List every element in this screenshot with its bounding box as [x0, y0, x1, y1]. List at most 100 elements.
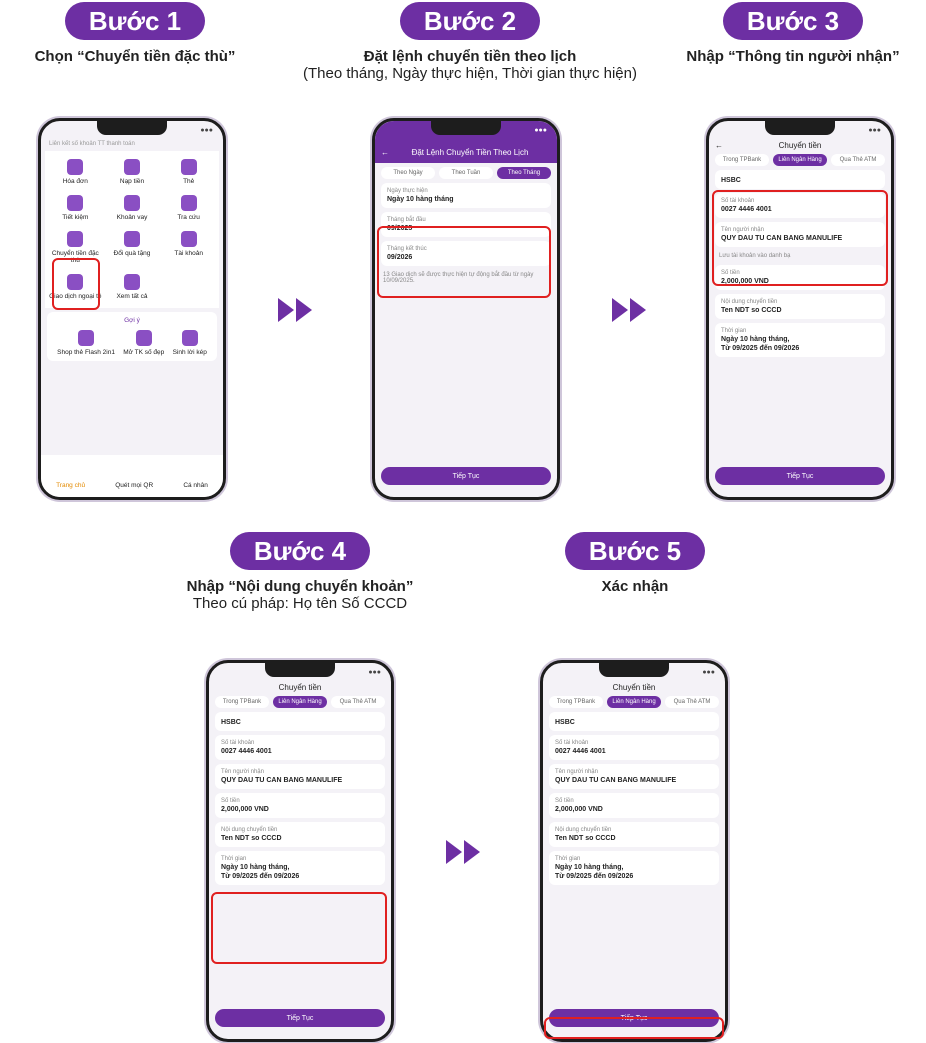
schedule-header: ← Đặt Lệnh Chuyển Tiền Theo Lịch — [375, 141, 557, 163]
schedule-tabs: Theo Ngày Theo Tuần Theo Tháng — [381, 167, 551, 179]
tab-week[interactable]: Theo Tuần — [439, 167, 493, 179]
tab-atm[interactable]: Qua Thẻ ATM — [665, 696, 719, 708]
time-field[interactable]: Thời gian Ngày 10 hàng tháng, Từ 09/2025 đ… — [715, 323, 885, 357]
card-icon — [180, 159, 197, 175]
step-subtitle: (Theo tháng, Ngày thực hiện, Thời gian t… — [303, 65, 637, 82]
tab-atm[interactable]: Qua Thẻ ATM — [831, 154, 885, 166]
grid-item-card[interactable]: Thẻ — [162, 159, 215, 185]
phone-confirm: ●●● Chuyển tiền Trong TPBank Liên Ngân H… — [540, 660, 728, 1042]
content-field[interactable]: Nội dung chuyển tiền Ten NDT so CCCD — [715, 294, 885, 319]
step-title: Xác nhận — [601, 578, 669, 595]
tab-month[interactable]: Theo Tháng — [497, 167, 551, 179]
step-badge: Bước 2 — [399, 2, 541, 40]
highlight-month-range — [377, 226, 551, 298]
suggest-item[interactable]: Mở TK số đẹp — [123, 330, 164, 356]
tab-interbank[interactable]: Liên Ngân Hàng — [273, 696, 327, 708]
piggy-icon — [67, 195, 84, 211]
transfer-tabs: Trong TPBank Liên Ngân Hàng Qua Thẻ ATM — [215, 696, 385, 708]
phone-notch — [265, 663, 335, 677]
transfer-icon — [67, 231, 84, 247]
content-field[interactable]: Nội dung chuyển tiền Ten NDT so CCCD — [549, 822, 719, 847]
tutorial-page: Bước 1 Chọn “Chuyển tiền đặc thù” Bước 2… — [0, 0, 926, 1043]
grid-item-loan[interactable]: Khoản vay — [106, 195, 159, 221]
continue-button[interactable]: Tiếp Tục — [381, 467, 551, 485]
bill-icon — [67, 159, 84, 175]
grid-item-bill[interactable]: Hóa đơn — [49, 159, 102, 185]
shop-icon — [78, 330, 95, 346]
bank-select[interactable]: HSBC — [215, 712, 385, 731]
chart-icon — [181, 330, 198, 346]
recipient-field[interactable]: Tên người nhận QUY DAU TU CAN BANG MANULI… — [215, 764, 385, 789]
grid-item-lookup[interactable]: Tra cứu — [162, 195, 215, 221]
step-badge: Bước 5 — [564, 532, 706, 570]
amount-field[interactable]: Số tiền 2,000,000 VND — [549, 793, 719, 818]
phone-schedule: ●●● ← Đặt Lệnh Chuyển Tiền Theo Lịch The… — [372, 118, 560, 500]
highlight-recipient — [712, 190, 888, 286]
tab-interbank[interactable]: Liên Ngân Hàng — [773, 154, 827, 166]
grid-item-topup[interactable]: Nạp tiền — [106, 159, 159, 185]
tab-interbank[interactable]: Liên Ngân Hàng — [607, 696, 661, 708]
step-title: Đặt lệnh chuyển tiền theo lịch — [363, 48, 577, 65]
bank-icon — [123, 274, 140, 290]
tab-day[interactable]: Theo Ngày — [381, 167, 435, 179]
bank-select[interactable]: HSBC — [715, 170, 885, 189]
bank-select[interactable]: HSBC — [549, 712, 719, 731]
account-field[interactable]: Số tài khoản 0027 4446 4001 — [215, 735, 385, 760]
continue-button[interactable]: Tiếp Tục — [215, 1009, 385, 1027]
account-number-icon — [135, 330, 152, 346]
transfer-title: Chuyển tiền — [278, 683, 322, 692]
phone-notch — [599, 663, 669, 677]
transfer-title: Chuyển tiền — [612, 683, 656, 692]
day-field[interactable]: Ngày thực hiện Ngày 10 hàng tháng — [381, 183, 551, 208]
recipient-field[interactable]: Tên người nhận QUY DAU TU CAN BANG MANULI… — [549, 764, 719, 789]
grid-item-gift[interactable]: Đổi quà tặng — [106, 231, 159, 264]
highlight-special-transfer — [52, 258, 100, 310]
tab-internal[interactable]: Trong TPBank — [215, 696, 269, 708]
phone-content: ●●● Chuyển tiền Trong TPBank Liên Ngân H… — [206, 660, 394, 1042]
step-title: Nhập “Nội dung chuyển khoản” — [186, 578, 414, 595]
tab-internal[interactable]: Trong TPBank — [549, 696, 603, 708]
grid-item-account[interactable]: Tài khoản — [162, 231, 215, 264]
bottom-nav: Trang chủ Quét mọi QR Cá nhân — [41, 455, 223, 497]
back-arrow-icon[interactable]: ← — [381, 148, 389, 157]
suggest-item[interactable]: Sinh lời kép — [173, 330, 207, 356]
content-field[interactable]: Nội dung chuyển tiền Ten NDT so CCCD — [215, 822, 385, 847]
account-icon — [180, 231, 197, 247]
lookup-icon — [180, 195, 197, 211]
nav-profile[interactable]: Cá nhân — [183, 482, 208, 489]
amount-field[interactable]: Số tiền 2,000,000 VND — [215, 793, 385, 818]
gift-icon — [123, 231, 140, 247]
top-hint: Liên kết số khoản TT thanh toán — [49, 141, 135, 147]
grid-item-savings[interactable]: Tiết kiệm — [49, 195, 102, 221]
time-field[interactable]: Thời gian Ngày 10 hàng tháng, Từ 09/2025 đ… — [549, 851, 719, 885]
step-title: Chọn “Chuyển tiền đặc thù” — [34, 48, 236, 65]
tab-internal[interactable]: Trong TPBank — [715, 154, 769, 166]
back-arrow-icon[interactable]: ← — [715, 141, 723, 150]
step-badge: Bước 1 — [64, 2, 206, 40]
step-4-header: Bước 4 Nhập “Nội dung chuyển khoản” Theo… — [140, 532, 460, 612]
suggest-item[interactable]: Shop thẻ Flash 2in1 — [57, 330, 115, 356]
suggest-title: Gợi ý — [124, 317, 140, 324]
step-3-header: Bước 3 Nhập “Thông tin người nhận” — [660, 2, 926, 65]
phone-notch — [431, 121, 501, 135]
nav-qr[interactable]: Quét mọi QR — [115, 482, 153, 489]
account-field[interactable]: Số tài khoản 0027 4446 4001 — [549, 735, 719, 760]
highlight-continue — [544, 1017, 724, 1039]
step-2-header: Bước 2 Đặt lệnh chuyển tiền theo lịch (T… — [270, 2, 670, 82]
step-1-header: Bước 1 Chọn “Chuyển tiền đặc thù” — [0, 2, 270, 65]
transfer-tabs: Trong TPBank Liên Ngân Hàng Qua Thẻ ATM — [715, 154, 885, 166]
step-5-header: Bước 5 Xác nhận — [520, 532, 750, 595]
transfer-tabs: Trong TPBank Liên Ngân Hàng Qua Thẻ ATM — [549, 696, 719, 708]
topup-icon — [123, 159, 140, 175]
step-badge: Bước 4 — [229, 532, 371, 570]
tab-atm[interactable]: Qua Thẻ ATM — [331, 696, 385, 708]
time-field[interactable]: Thời gian Ngày 10 hàng tháng, Từ 09/2025 đ… — [215, 851, 385, 885]
grid-item-view-all[interactable]: Xem tất cả — [106, 274, 159, 300]
step-subtitle: Theo cú pháp: Họ tên Số CCCD — [192, 595, 408, 612]
phone-notch — [765, 121, 835, 135]
phone-notch — [97, 121, 167, 135]
step-badge: Bước 3 — [722, 2, 864, 40]
nav-home[interactable]: Trang chủ — [56, 482, 85, 489]
suggest-card: Gợi ý Shop thẻ Flash 2in1 Mở TK số đẹp S… — [47, 312, 217, 361]
continue-button[interactable]: Tiếp Tục — [715, 467, 885, 485]
